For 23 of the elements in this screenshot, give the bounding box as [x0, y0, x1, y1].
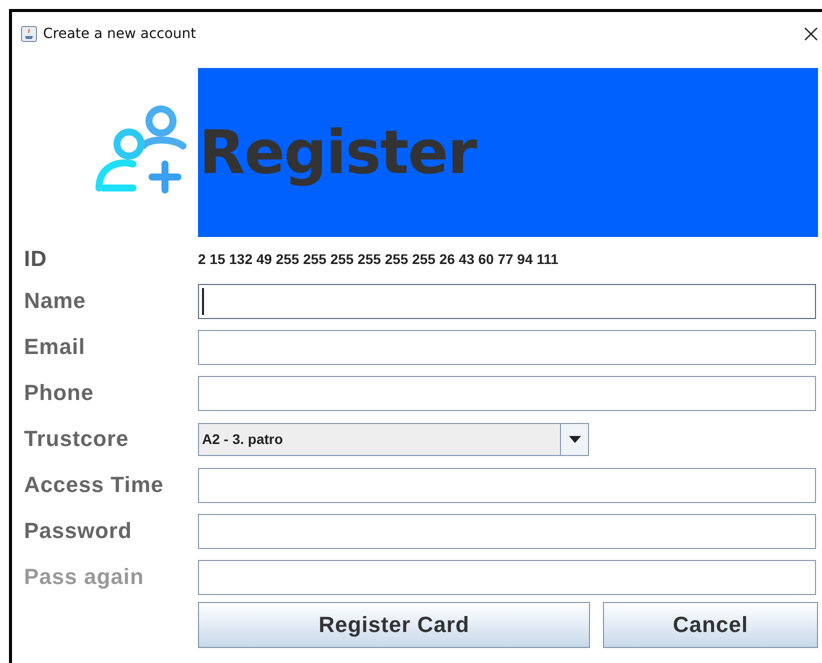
field-label: Phone — [23, 380, 95, 406]
field-label: Access Time — [23, 472, 165, 498]
field-label: Password — [23, 518, 133, 544]
banner-title: Register — [199, 118, 476, 188]
field-label: Email — [23, 334, 86, 360]
input-field[interactable] — [198, 376, 816, 410]
close-icon[interactable] — [804, 27, 818, 41]
input-field[interactable] — [198, 330, 816, 364]
dialog-button[interactable]: Register Card — [198, 602, 590, 648]
app-icon — [21, 26, 37, 42]
dialog-button[interactable]: Cancel — [603, 602, 818, 648]
input-field[interactable] — [198, 284, 816, 318]
add-users-icon — [95, 104, 187, 194]
window-title: Create a new account — [43, 26, 196, 42]
caret-icon — [568, 436, 580, 442]
input-field[interactable] — [198, 468, 816, 502]
id-value: 2 15 132 49 255 255 255 255 255 255 26 43 60 77 94 111 — [198, 251, 558, 267]
field-label: Pass again — [23, 564, 145, 590]
field-label: Trustcore — [23, 426, 130, 452]
field-label: Name — [23, 288, 87, 314]
dropdown[interactable]: A2 - 3. patro — [198, 422, 589, 456]
field-label: ID — [23, 246, 48, 272]
input-field[interactable] — [198, 514, 816, 548]
